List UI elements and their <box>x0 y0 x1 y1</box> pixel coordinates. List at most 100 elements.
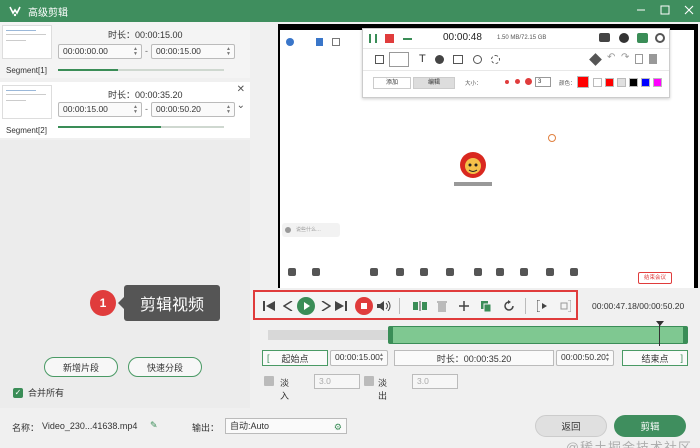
copy-icon[interactable] <box>481 297 491 315</box>
checkbox-checked-icon[interactable]: ✓ <box>13 387 23 398</box>
split-icon[interactable] <box>413 297 427 315</box>
timeline-selection[interactable] <box>387 326 688 344</box>
pause-icon[interactable] <box>369 34 377 43</box>
shield-icon <box>316 38 323 46</box>
color-swatch[interactable] <box>617 78 626 87</box>
cursor-icon <box>548 134 556 142</box>
recorder-toolbar: 00:00:48 1.50 MB/72.15 GB T ↶ ↷ 添加 编辑 大小… <box>362 28 670 98</box>
reset-icon[interactable] <box>503 297 515 315</box>
segment-end-input[interactable]: 00:00:15.00 ▲ ▼ <box>151 44 235 59</box>
step-back-icon[interactable] <box>283 297 293 315</box>
output-select[interactable]: 自动:Auto ⚙ <box>225 418 347 434</box>
fade-in-input[interactable]: 3.0 <box>314 374 360 389</box>
range-dash: - <box>145 46 148 56</box>
mark-in-icon[interactable] <box>537 297 551 315</box>
current-color-swatch[interactable] <box>577 76 589 88</box>
size-small-icon[interactable] <box>505 80 509 84</box>
trim-duration: 时长：00:00:35.20 <box>394 350 554 366</box>
toolbox-icon[interactable] <box>637 33 648 43</box>
left-panel-empty <box>0 140 250 408</box>
size-medium-icon[interactable] <box>515 79 520 84</box>
quick-split-button[interactable]: 快速分段 <box>128 357 202 377</box>
color-swatch[interactable] <box>593 78 602 87</box>
segment-duration: 时长：00:00:15.00 <box>108 30 183 40</box>
segment-item-1[interactable]: Segment[1] 时长：00:00:15.00 00:00:00.00 ▲ ▼ … <box>0 22 250 78</box>
camera-icon[interactable] <box>599 33 610 42</box>
pen-tool-icon[interactable] <box>389 52 409 67</box>
mark-out-icon[interactable] <box>557 297 571 315</box>
play-icon[interactable] <box>297 297 315 315</box>
chevron-down-icon[interactable]: ⌄ <box>237 100 245 111</box>
maximize-icon[interactable] <box>658 3 672 17</box>
tab-edit[interactable]: 编辑 <box>413 77 455 89</box>
app-logo-icon <box>8 4 22 18</box>
output-label: 输出： <box>192 423 220 433</box>
edit-pencil-icon[interactable]: ✎ <box>150 420 158 431</box>
stop-icon[interactable] <box>355 297 373 315</box>
eraser-icon[interactable] <box>589 53 602 66</box>
color-swatch[interactable] <box>653 78 662 87</box>
volume-icon[interactable] <box>377 297 391 315</box>
set-end-button[interactable]: 结束点 ] <box>622 350 688 366</box>
fade-out-checkbox[interactable] <box>364 376 374 386</box>
merge-all-option[interactable]: ✓ 合并所有 <box>13 386 64 399</box>
color-swatch[interactable] <box>641 78 650 87</box>
trim-start-input[interactable]: 00:00:15.00 ▲ ▼ <box>330 350 388 366</box>
size-label: 大小： <box>465 81 482 87</box>
text-tool-icon[interactable]: T <box>419 53 426 65</box>
video-icon <box>312 268 320 276</box>
fade-out-label: 淡出 <box>378 378 388 401</box>
recording-time: 00:00:48 <box>443 32 482 43</box>
toolbar-divider <box>525 298 526 314</box>
rectangle-tool-icon[interactable] <box>375 55 384 64</box>
back-button[interactable]: 返回 <box>535 415 607 437</box>
image-tool-icon[interactable] <box>453 55 463 64</box>
segment-start-input[interactable]: 00:00:00.00 ▲ ▼ <box>58 44 142 59</box>
step-forward-icon[interactable] <box>321 297 331 315</box>
minimize-recorder-icon[interactable] <box>403 38 412 40</box>
size-large-icon[interactable] <box>525 78 532 85</box>
go-to-start-icon[interactable] <box>263 297 275 315</box>
go-to-end-icon[interactable] <box>335 297 347 315</box>
size-input[interactable]: 3 <box>535 77 551 87</box>
tab-add[interactable]: 添加 <box>373 77 411 89</box>
trim-end-input[interactable]: 00:00:50.20 ▲ ▼ <box>556 350 614 366</box>
redo-icon[interactable]: ↷ <box>621 52 629 63</box>
settings-icon[interactable] <box>655 33 665 43</box>
number-tool-icon[interactable] <box>435 55 444 64</box>
segment-item-2[interactable]: Segment[2] 时长：00:00:35.20 ✕ 00:00:15.00 ▲… <box>0 82 250 138</box>
close-segment-icon[interactable]: ✕ <box>237 84 245 95</box>
zoom-tool-icon[interactable] <box>473 55 482 64</box>
color-swatch[interactable] <box>605 78 614 87</box>
color-swatch[interactable] <box>629 78 638 87</box>
meeting-toolbar: 结束会议 <box>280 266 694 288</box>
stop-icon[interactable] <box>385 34 394 43</box>
segment-start-input[interactable]: 00:00:15.00 ▲ ▼ <box>58 102 142 117</box>
cut-button[interactable]: 剪辑 <box>614 415 686 437</box>
chat-input[interactable]: 说些什么… <box>282 223 340 237</box>
selection-start-handle[interactable] <box>388 327 393 343</box>
segment-end-input[interactable]: 00:00:50.20 ▲ ▼ <box>151 102 235 117</box>
playback-controls <box>253 290 578 320</box>
fade-in-checkbox[interactable] <box>264 376 274 386</box>
set-start-button[interactable]: [ 起始点 <box>262 350 328 366</box>
add-segment-button[interactable]: 新增片段 <box>44 357 118 377</box>
fade-out-input[interactable]: 3.0 <box>412 374 458 389</box>
recording-size: 1.50 MB/72.15 GB <box>497 35 547 41</box>
trash-icon[interactable] <box>437 297 447 315</box>
segment-label: Segment[1] <box>6 66 47 75</box>
chat-icon <box>285 227 291 233</box>
watermark: @稀土掘金技术社区 <box>565 440 692 448</box>
close-icon[interactable] <box>682 3 696 17</box>
minimize-icon[interactable] <box>634 3 648 17</box>
trim-row: [ 起始点 00:00:15.00 ▲ ▼ 时长：00:00:35.20 00:00… <box>262 350 688 366</box>
timer-icon[interactable] <box>619 33 629 43</box>
target-tool-icon[interactable] <box>491 55 500 64</box>
clear-icon[interactable] <box>649 54 657 64</box>
undo-icon[interactable]: ↶ <box>607 52 615 63</box>
add-icon[interactable] <box>459 297 469 315</box>
delete-icon[interactable] <box>635 54 643 64</box>
selection-end-handle[interactable] <box>682 327 687 343</box>
avatar <box>460 152 486 178</box>
playhead-marker-icon[interactable] <box>655 321 664 326</box>
